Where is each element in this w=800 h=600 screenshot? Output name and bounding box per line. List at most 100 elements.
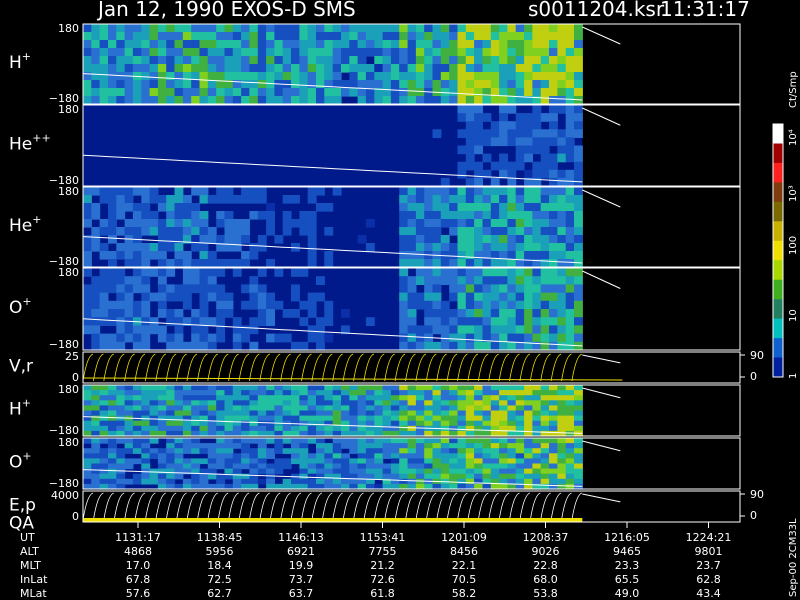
spectrogram-cell	[266, 473, 275, 480]
spectrogram-cell	[549, 317, 558, 326]
spectrogram-cell	[490, 458, 500, 465]
spectrogram-cell	[266, 292, 275, 302]
spectrogram-cell	[532, 325, 542, 335]
table-cell: 1153:41	[360, 531, 406, 544]
spectrogram-cell	[507, 40, 517, 49]
spectrogram-cell	[266, 203, 275, 212]
spectrogram-cell	[549, 64, 558, 73]
spectrogram-cell	[399, 195, 409, 204]
spectrogram-cell	[465, 211, 475, 220]
spectrogram-cell	[432, 219, 442, 228]
spectrogram-cell	[232, 259, 242, 268]
spectrogram-cell	[99, 96, 109, 105]
spectrogram-cell	[174, 40, 184, 49]
spectrogram-cell	[515, 187, 525, 196]
spectrogram-cell	[132, 473, 142, 480]
spectrogram-cell	[91, 284, 101, 294]
spectrogram-cell	[324, 453, 334, 459]
spectrogram-cell	[432, 72, 442, 81]
spectrogram-cell	[449, 32, 459, 41]
spectrogram-cell	[432, 292, 442, 302]
spectrogram-cell	[108, 400, 117, 406]
y-tick-max: 180	[58, 185, 79, 198]
spectrogram-cell	[257, 72, 267, 81]
spectrogram-cell	[415, 251, 425, 260]
spectrogram-cell	[565, 415, 575, 422]
spectrogram-cell	[166, 463, 176, 470]
spectrogram-cell	[515, 400, 525, 406]
spectrogram-cell	[490, 243, 500, 252]
spectrogram-cell	[249, 48, 259, 57]
spectrogram-cell	[465, 420, 475, 427]
spectrogram-cell	[299, 219, 309, 228]
spectrogram-cell	[332, 453, 342, 459]
spectrogram-cell	[524, 300, 533, 310]
spectrogram-cell	[474, 309, 483, 318]
spectrogram-cell	[282, 415, 292, 422]
spectrogram-cell	[524, 309, 533, 318]
spectrogram-cell	[515, 40, 525, 49]
spectrogram-cell	[574, 24, 583, 33]
spectrogram-cell	[382, 96, 392, 105]
spectrogram-cell	[399, 292, 409, 302]
spectrogram-cell	[565, 177, 575, 187]
spectrogram-cell	[574, 333, 583, 343]
spectrogram-cell	[241, 80, 250, 89]
table-row-name: MLT	[20, 559, 41, 572]
spectrogram-cell	[324, 443, 334, 449]
spectrogram-cell	[424, 211, 434, 220]
spectrogram-cell	[116, 300, 126, 310]
spectrogram-cell	[390, 453, 400, 459]
spectrogram-cell	[440, 438, 450, 444]
spectrogram-cell	[465, 309, 475, 318]
spectrogram-cell	[482, 211, 492, 220]
spectrogram-cell	[99, 473, 109, 480]
spectrogram-cell	[482, 453, 492, 459]
spectrogram-cell	[166, 453, 176, 459]
spectrogram-cell	[91, 410, 101, 417]
spectrogram-cell	[91, 443, 101, 449]
spectrogram-cell	[174, 64, 184, 73]
spectrogram-cell	[199, 284, 209, 294]
spectrogram-cell	[282, 195, 292, 204]
spectrogram-cell	[257, 235, 267, 244]
spectrogram-cell	[199, 473, 209, 480]
spectrogram-cell	[565, 203, 575, 212]
spectrogram-cell	[407, 410, 417, 417]
spectrogram-cell	[324, 390, 334, 396]
spectrogram-cell	[299, 425, 309, 432]
spectrogram-cell	[374, 453, 384, 459]
spectrogram-cell	[365, 448, 375, 454]
spectrogram-cell	[324, 80, 334, 89]
spectrogram-cell	[490, 24, 500, 33]
spectrogram-cell	[357, 88, 367, 97]
spectrogram-cell	[524, 415, 533, 422]
spectrogram-cell	[557, 105, 567, 114]
spectrogram-cell	[515, 284, 525, 294]
spectrogram-cell	[557, 468, 567, 475]
spectrogram-cell	[465, 395, 475, 401]
spectrogram-cell	[307, 88, 317, 97]
spectrogram-cell	[149, 268, 159, 277]
spectrogram-cell	[116, 405, 126, 412]
spectrogram-cell	[390, 56, 400, 65]
spectrogram-cell	[515, 251, 525, 260]
spectrogram-cell	[557, 195, 567, 204]
spectrogram-cell	[116, 438, 126, 444]
spectrogram-cell	[249, 276, 259, 285]
spectrogram-cell	[549, 195, 558, 204]
spectrogram-cell	[399, 80, 409, 89]
spectrogram-cell	[166, 443, 176, 449]
spectrogram-cell	[241, 438, 250, 444]
spectrogram-cell	[166, 227, 176, 236]
spectrogram-cell	[549, 227, 558, 236]
spectrogram-cell	[482, 32, 492, 41]
spectrogram-cell	[557, 129, 567, 138]
spectrogram-cell	[191, 478, 201, 485]
spectrogram-cell	[540, 425, 550, 432]
spectrogram-cell	[557, 390, 567, 396]
spectrogram-cell	[332, 448, 342, 454]
spectrogram-cell	[524, 145, 533, 155]
spectrogram-cell	[532, 276, 542, 285]
spectrogram-cell	[432, 420, 442, 427]
